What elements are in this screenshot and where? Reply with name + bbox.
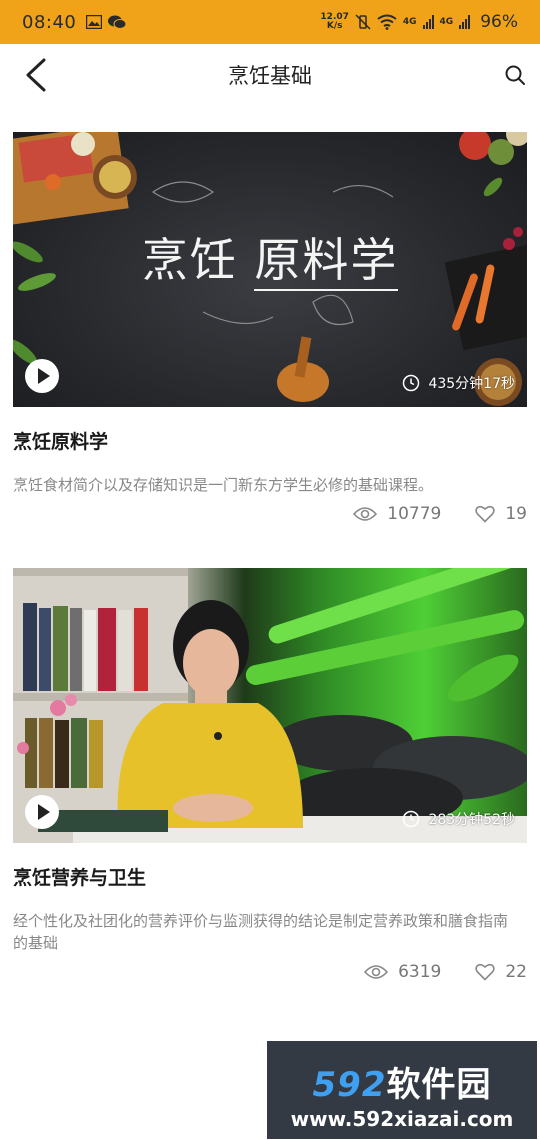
video-duration: 435分钟17秒	[402, 373, 515, 393]
net-speed-unit: K/s	[326, 21, 343, 31]
status-notifications	[86, 15, 127, 29]
course-cover-image[interactable]: 烹饪 原料学 435分钟17秒	[13, 132, 527, 407]
watermark-url: www.592xiazai.com	[290, 1107, 514, 1131]
eye-icon	[353, 507, 378, 521]
cover-title-text: 烹饪 原料学	[13, 224, 527, 291]
nav-bar: 烹饪基础	[0, 44, 540, 106]
course-description: 烹饪食材简介以及存储知识是一门新东方学生必修的基础课程。	[13, 476, 434, 494]
cover-title-part-2: 原料学	[254, 233, 399, 291]
course-cover-image[interactable]: 283分钟52秒	[13, 568, 527, 843]
vibrate-mute-icon	[355, 14, 371, 30]
course-description: 经个性化及社团化的营养评价与监测获得的结论是制定营养政策和膳食指南的基础	[13, 912, 509, 952]
wechat-icon	[108, 15, 127, 29]
heart-icon[interactable]	[475, 963, 496, 981]
cover-title-part-1: 烹饪	[141, 233, 238, 287]
net-speed: 12.07 K/s	[320, 13, 348, 31]
course-card[interactable]: 烹饪 原料学 435分钟17秒 烹饪原料学 烹饪食材简介以及存储知识是一门新东方…	[13, 132, 527, 524]
wifi-icon	[377, 14, 397, 30]
duration-text: 283分钟52秒	[428, 812, 515, 828]
signal-icon-2	[459, 15, 471, 29]
watermark-logo: 592软件园	[267, 1057, 537, 1106]
play-button[interactable]	[25, 795, 59, 829]
net-type-1: 4G	[402, 17, 417, 27]
watermark-number: 592	[312, 1065, 387, 1105]
status-time: 08:40	[22, 11, 77, 33]
course-title[interactable]: 烹饪营养与卫生	[13, 863, 527, 890]
net-type-2: 4G	[439, 17, 454, 27]
view-count: 10779	[387, 504, 442, 524]
battery-level: 96%	[480, 12, 518, 32]
course-card[interactable]: 283分钟52秒 烹饪营养与卫生 经个性化及社团化的营养评价与监测获得的结论是制…	[13, 568, 527, 982]
status-bar: 08:40 12.07 K/s 4G 4G 96%	[0, 0, 540, 44]
heart-icon[interactable]	[475, 505, 496, 523]
search-icon[interactable]	[504, 64, 526, 86]
chevron-left-icon[interactable]	[22, 58, 52, 92]
play-button[interactable]	[25, 359, 59, 393]
site-watermark: 592软件园 www.592xiazai.com	[267, 1041, 537, 1139]
page-title: 烹饪基础	[228, 64, 312, 88]
course-stats: 10779 19	[13, 504, 527, 524]
cover-decoration	[13, 568, 527, 843]
duration-text: 435分钟17秒	[428, 376, 515, 392]
view-count: 6319	[398, 962, 442, 982]
status-right: 12.07 K/s 4G 4G 96%	[320, 12, 518, 32]
clock-icon	[403, 810, 420, 828]
like-count: 22	[505, 962, 527, 982]
watermark-text: 软件园	[386, 1065, 492, 1105]
course-title[interactable]: 烹饪原料学	[13, 427, 527, 454]
eye-icon	[364, 965, 389, 979]
like-count: 19	[505, 504, 527, 524]
video-duration: 283分钟52秒	[402, 809, 515, 829]
gallery-icon	[86, 15, 103, 29]
signal-icon	[422, 15, 434, 29]
course-stats: 6319 22	[13, 962, 527, 982]
clock-icon	[403, 374, 420, 392]
